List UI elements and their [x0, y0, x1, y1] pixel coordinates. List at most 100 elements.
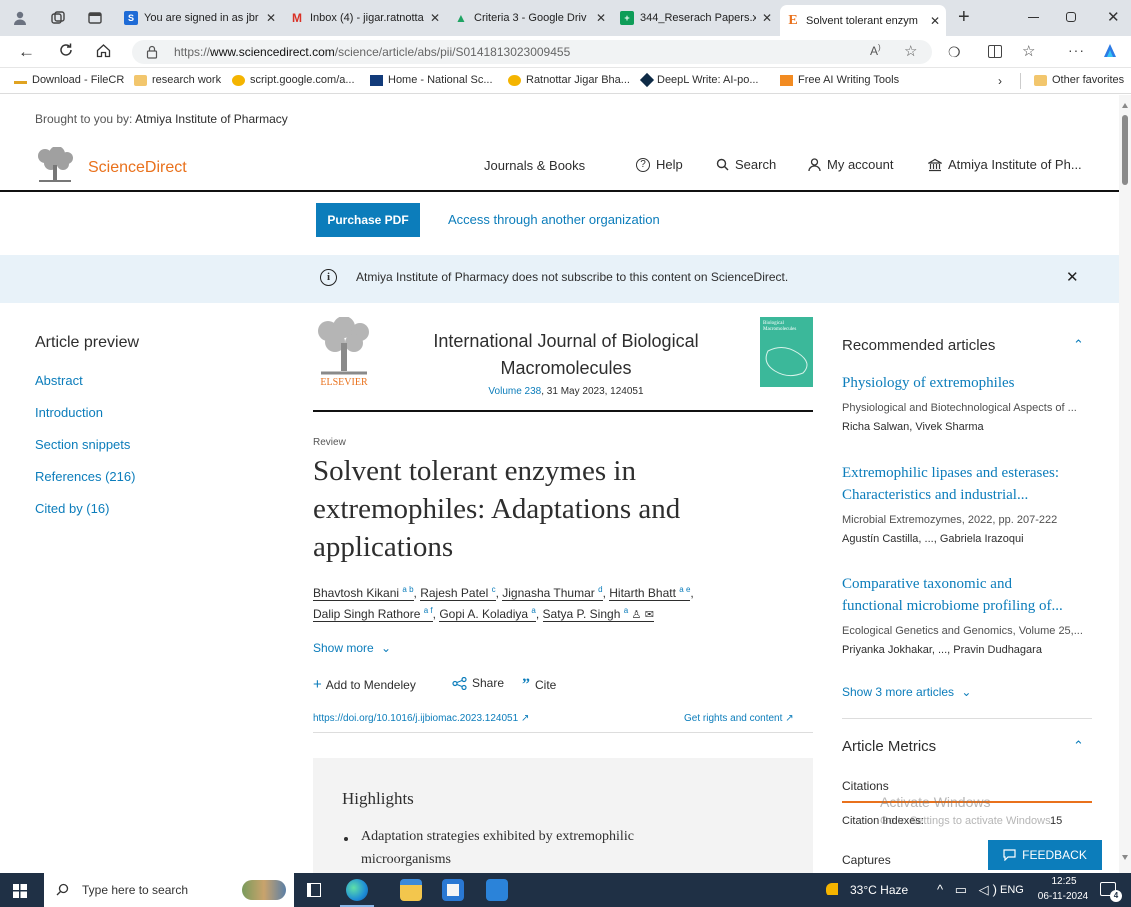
- sidebar-link-introduction[interactable]: Introduction: [35, 405, 103, 420]
- windows-start-icon[interactable]: [13, 884, 27, 898]
- other-favorites[interactable]: Other favorites: [1034, 74, 1124, 86]
- sciencedirect-logo[interactable]: ScienceDirect: [88, 159, 187, 177]
- add-mendeley-button[interactable]: + Add to Mendeley: [313, 676, 416, 693]
- system-tray-icons[interactable]: ^ ▭ ◁): [937, 882, 1001, 898]
- my-account-link[interactable]: My account: [808, 157, 893, 172]
- home-icon[interactable]: [96, 43, 111, 58]
- file-explorer-icon[interactable]: [400, 879, 422, 901]
- browser-tab[interactable]: + 344_Reserach Papers.xl ✕: [614, 5, 778, 31]
- chevron-right-icon[interactable]: ›: [998, 74, 1002, 88]
- collapse-metrics-icon[interactable]: ⌃: [1073, 738, 1084, 754]
- writing-tool-icon: [780, 74, 793, 86]
- email-icon[interactable]: ✉: [645, 609, 654, 621]
- close-tab-icon[interactable]: ✕: [596, 11, 606, 25]
- sidebar-link-section-snippets[interactable]: Section snippets: [35, 437, 130, 452]
- elsevier-tree-logo[interactable]: [35, 147, 75, 185]
- doi-divider: [313, 732, 813, 733]
- bookmark-item[interactable]: script.google.com/a...: [232, 74, 355, 86]
- close-tab-icon[interactable]: ✕: [266, 11, 276, 25]
- browser-tab[interactable]: S You are signed in as jbr ✕: [118, 5, 282, 31]
- copilot-icon[interactable]: [1100, 41, 1120, 61]
- bookmark-item[interactable]: research work: [134, 74, 221, 86]
- browser-tab[interactable]: ▲ Criteria 3 - Google Driv ✕: [448, 5, 612, 31]
- tab-actions-icon[interactable]: [88, 11, 102, 25]
- close-tab-icon[interactable]: ✕: [430, 11, 440, 25]
- close-tab-icon[interactable]: ✕: [930, 14, 940, 28]
- extensions-icon[interactable]: ❍: [948, 44, 961, 61]
- close-window-icon[interactable]: ✕: [1107, 8, 1120, 26]
- close-banner-icon[interactable]: ✕: [1066, 268, 1079, 286]
- purchase-pdf-button[interactable]: Purchase PDF: [316, 203, 420, 237]
- minimize-icon[interactable]: [1028, 17, 1039, 18]
- help-link[interactable]: ? Help: [636, 157, 683, 172]
- journals-books-link[interactable]: Journals & Books: [484, 158, 585, 173]
- author-link[interactable]: Dalip Singh Rathore a f: [313, 606, 433, 622]
- sidebar-link-references[interactable]: References (216): [35, 469, 135, 484]
- author-link[interactable]: Satya P. Singh a ♙ ✉: [542, 606, 654, 622]
- recommended-article-title[interactable]: Extremophilic lipases and esterases:: [842, 462, 1059, 484]
- more-menu-icon[interactable]: ···: [1068, 42, 1085, 58]
- browser-tab[interactable]: M Inbox (4) - jigar.ratnotta ✕: [284, 5, 446, 31]
- journal-name-line2[interactable]: Macromolecules: [380, 358, 752, 379]
- sidebar-link-abstract[interactable]: Abstract: [35, 373, 83, 388]
- clock-date[interactable]: 06-11-2024: [1030, 891, 1096, 902]
- volume-link[interactable]: Volume 238: [488, 386, 541, 397]
- split-screen-icon[interactable]: [988, 45, 1002, 58]
- scroll-up-icon[interactable]: [1122, 103, 1128, 108]
- read-aloud-icon[interactable]: A): [870, 43, 881, 58]
- elsevier-logo[interactable]: ELSEVIER: [313, 317, 375, 388]
- recommended-article-title-cont[interactable]: functional microbiome profiling of...: [842, 595, 1063, 617]
- task-view-icon[interactable]: [307, 883, 321, 897]
- collapse-recommended-icon[interactable]: ⌃: [1073, 337, 1084, 353]
- author-link[interactable]: Rajesh Patel c: [420, 585, 496, 601]
- edge-browser-icon[interactable]: [346, 879, 368, 901]
- author-link[interactable]: Gopi A. Koladiya a: [439, 606, 536, 622]
- show-more-articles-button[interactable]: Show 3 more articles ⌄: [842, 685, 971, 699]
- url-text[interactable]: https://www.sciencedirect.com/science/ar…: [174, 45, 570, 59]
- doi-link[interactable]: https://doi.org/10.1016/j.ijbiomac.2023.…: [313, 713, 529, 724]
- author-link[interactable]: Bhavtosh Kikani a b: [313, 585, 414, 601]
- new-tab-icon[interactable]: +: [958, 6, 970, 29]
- bookmark-item[interactable]: Home - National Sc...: [370, 74, 493, 86]
- bookmark-item[interactable]: Ratnottar Jigar Bha...: [508, 74, 630, 86]
- recommended-article-title[interactable]: Physiology of extremophiles: [842, 372, 1015, 394]
- store-icon[interactable]: [442, 879, 464, 901]
- institution-link[interactable]: Atmiya Institute of Ph...: [928, 157, 1082, 172]
- recommended-article-title-cont[interactable]: Characteristics and industrial...: [842, 484, 1028, 506]
- taskbar-search-box[interactable]: Type here to search: [44, 873, 294, 907]
- author-link[interactable]: Jignasha Thumar d: [502, 585, 603, 601]
- language-indicator[interactable]: ENG: [1000, 884, 1024, 896]
- browser-tab-active[interactable]: E Solvent tolerant enzym ✕: [780, 5, 946, 36]
- access-another-org-link[interactable]: Access through another organization: [448, 212, 660, 227]
- favorites-icon[interactable]: ☆: [1022, 42, 1035, 60]
- recommended-article-title[interactable]: Comparative taxonomic and: [842, 573, 1012, 595]
- restore-icon[interactable]: [1066, 12, 1076, 22]
- bookmark-item[interactable]: DeepL Write: AI-po...: [639, 72, 759, 88]
- scroll-down-icon[interactable]: [1122, 855, 1128, 860]
- feedback-button[interactable]: FEEDBACK: [988, 840, 1102, 870]
- share-button[interactable]: Share: [452, 676, 504, 690]
- sidebar-link-cited-by[interactable]: Cited by (16): [35, 501, 109, 516]
- address-bar[interactable]: https://www.sciencedirect.com/science/ar…: [132, 40, 932, 64]
- scrollbar-thumb[interactable]: [1122, 115, 1128, 185]
- close-tab-icon[interactable]: ✕: [762, 11, 772, 25]
- clock-time[interactable]: 12:25: [1043, 876, 1085, 887]
- weather-widget[interactable]: 33°C Haze: [826, 883, 908, 897]
- journal-cover-image[interactable]: Biological Macromolecules: [760, 317, 813, 387]
- author-link[interactable]: Hitarth Bhatt a e: [609, 585, 691, 601]
- profile-icon[interactable]: [12, 10, 28, 26]
- journal-name-line1[interactable]: International Journal of Biological: [380, 331, 752, 352]
- search-link[interactable]: Search: [716, 157, 776, 172]
- workspaces-icon[interactable]: [50, 10, 66, 26]
- cite-button[interactable]: ” Cite: [522, 676, 556, 694]
- refresh-icon[interactable]: [58, 42, 74, 58]
- back-icon[interactable]: ←: [18, 42, 35, 62]
- favorite-star-icon[interactable]: ☆: [904, 42, 917, 60]
- bookmark-item[interactable]: Free AI Writing Tools: [780, 74, 899, 86]
- bookmark-item[interactable]: Download - FileCR: [14, 74, 124, 86]
- get-rights-link[interactable]: Get rights and content ↗: [684, 713, 794, 724]
- lock-icon[interactable]: [146, 45, 158, 59]
- mail-app-icon[interactable]: [486, 879, 508, 901]
- show-more-button[interactable]: Show more ⌄: [313, 641, 391, 655]
- scrollbar[interactable]: [1119, 95, 1131, 873]
